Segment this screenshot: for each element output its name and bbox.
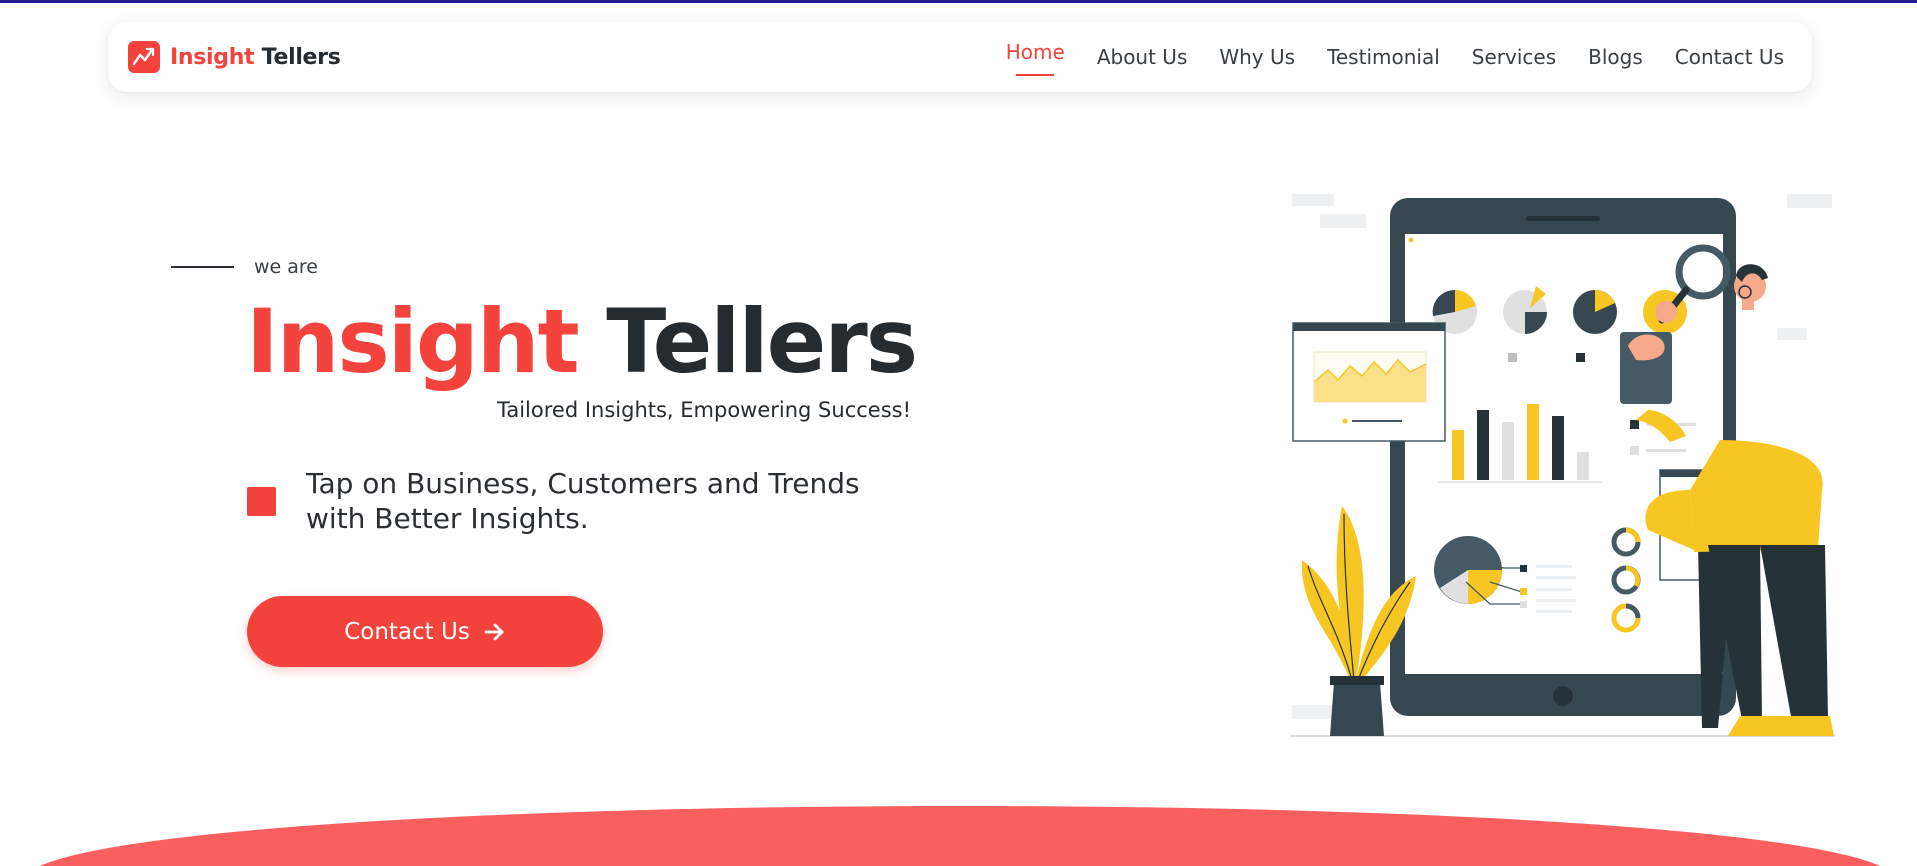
hero-feature: Tap on Business, Customers and Trends wi… xyxy=(247,466,860,536)
hero-illustration xyxy=(1290,190,1835,740)
feature-text: Tap on Business, Customers and Trends wi… xyxy=(306,466,860,536)
line-chart-icon xyxy=(128,41,160,73)
nav-link-contact-us[interactable]: Contact Us xyxy=(1675,45,1784,69)
square-bullet-icon xyxy=(247,486,276,516)
feature-text-line1: Tap on Business, Customers and Trends xyxy=(306,467,860,500)
eyebrow-divider xyxy=(171,266,234,268)
brand-name-red: Insight xyxy=(170,44,255,70)
contact-us-button-label: Contact Us xyxy=(344,618,470,645)
nav-link-testimonial[interactable]: Testimonial xyxy=(1327,45,1440,69)
hero-title-red: Insight xyxy=(246,290,580,393)
top-accent-line xyxy=(0,0,1917,3)
arrow-right-icon xyxy=(484,622,506,642)
hero-title-dark: Tellers xyxy=(606,290,918,393)
hero-eyebrow: we are xyxy=(171,256,318,278)
feature-text-line2: with Better Insights. xyxy=(306,502,589,535)
nav-link-blogs[interactable]: Blogs xyxy=(1588,45,1643,69)
hero-tagline: Tailored Insights, Empowering Success! xyxy=(497,398,912,422)
brand-name: Insight Tellers xyxy=(170,45,341,70)
brand-logo[interactable]: Insight Tellers xyxy=(128,40,341,74)
navbar: Insight Tellers Home About Us Why Us Tes… xyxy=(108,22,1812,92)
hero-title: Insight Tellers xyxy=(246,286,918,398)
eyebrow-text: we are xyxy=(254,256,318,278)
main-nav: Home About Us Why Us Testimonial Service… xyxy=(974,22,1784,92)
nav-link-home[interactable]: Home xyxy=(1006,40,1065,64)
brand-name-dark: Tellers xyxy=(261,44,341,70)
nav-link-about-us[interactable]: About Us xyxy=(1097,45,1188,69)
nav-link-services[interactable]: Services xyxy=(1472,45,1556,69)
bottom-wave-decoration xyxy=(40,806,1880,866)
contact-us-button[interactable]: Contact Us xyxy=(247,596,603,667)
nav-link-why-us[interactable]: Why Us xyxy=(1219,45,1295,69)
